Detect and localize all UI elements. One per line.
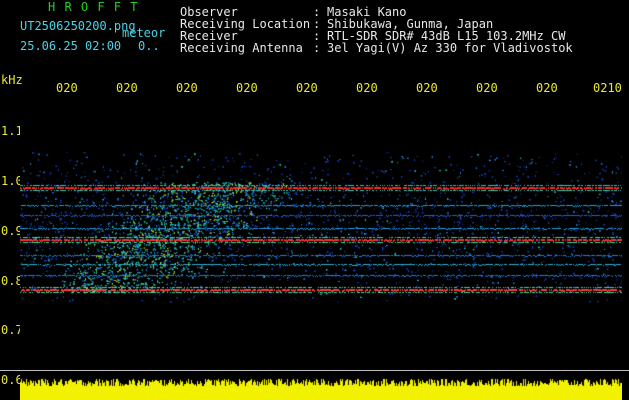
antenna-value: 3el Yagi(V) Az 330 for Vladivostok [327, 41, 573, 55]
time-tick: 020 [116, 81, 138, 95]
antenna-sep: : [313, 41, 321, 55]
time-tick: 020 [356, 81, 378, 95]
axis-divider [0, 370, 629, 371]
time-tick: 020 [236, 81, 258, 95]
time-tick: 020 [536, 81, 558, 95]
time-tick: 020 [296, 81, 318, 95]
freq-unit-label: kHz [1, 73, 23, 87]
antenna-label: Receiving Antenna [180, 41, 303, 55]
spectrogram-canvas [20, 97, 622, 400]
image-filename: UT2506250200.png [20, 19, 136, 33]
meteor-label: meteor [122, 26, 166, 40]
hrofft-window: H R O F F T UT2506250200.png meteor 25.0… [0, 0, 629, 400]
time-tick: 020 [476, 81, 498, 95]
time-tick: 020 [176, 81, 198, 95]
time-tick: 020 [416, 81, 438, 95]
time-tick: 0210 [593, 81, 622, 95]
time-tick: 020 [56, 81, 78, 95]
observation-datetime: 25.06.25 02:00 [20, 39, 122, 53]
meteor-count: 0.. [138, 39, 160, 53]
app-brand: H R O F F T [48, 0, 139, 14]
